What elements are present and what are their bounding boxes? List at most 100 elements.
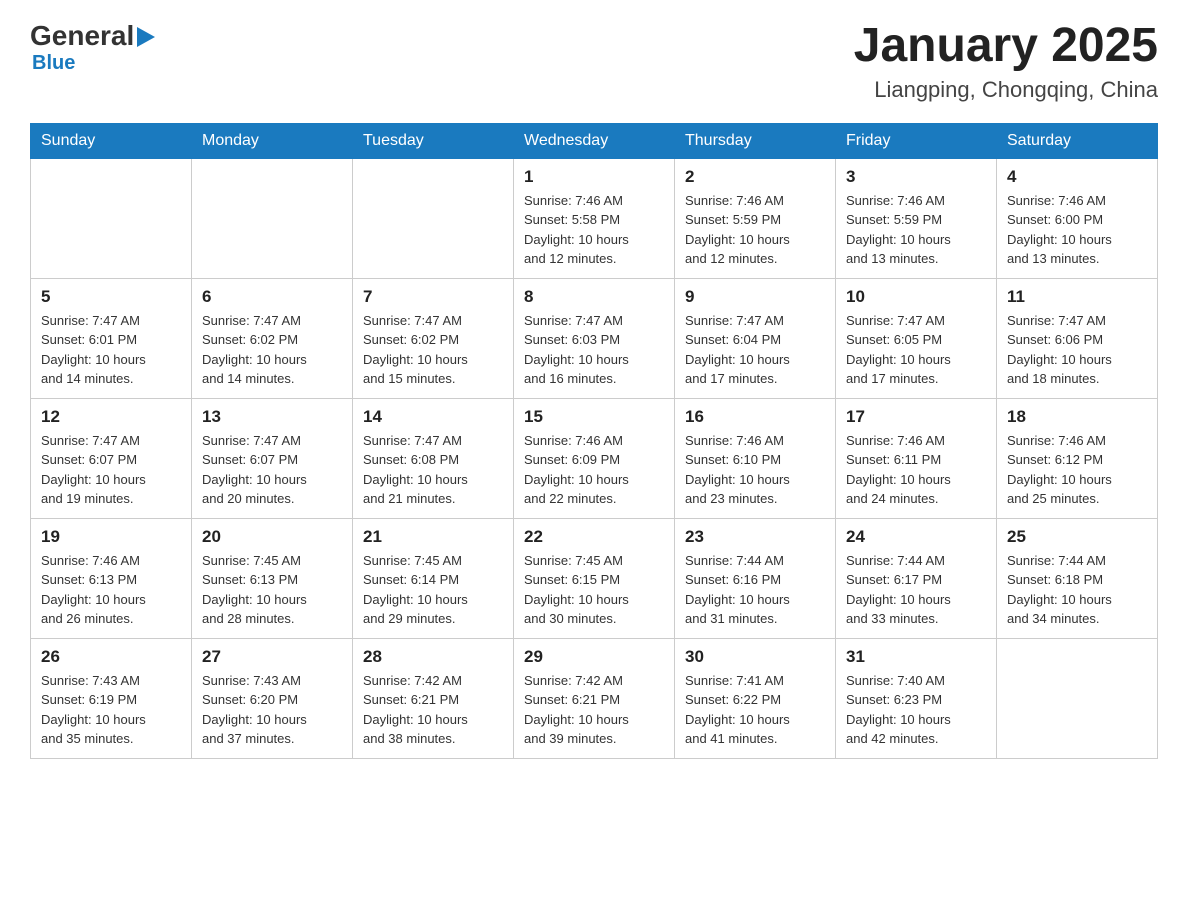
day-info: Sunrise: 7:47 AM Sunset: 6:05 PM Dayligh… [846, 311, 986, 389]
day-number: 8 [524, 287, 664, 307]
calendar-cell [353, 158, 514, 278]
day-info: Sunrise: 7:47 AM Sunset: 6:07 PM Dayligh… [41, 431, 181, 509]
calendar-cell: 7 Sunrise: 7:47 AM Sunset: 6:02 PM Daylig… [353, 278, 514, 398]
day-number: 20 [202, 527, 342, 547]
calendar-cell: 2 Sunrise: 7:46 AM Sunset: 5:59 PM Daylig… [675, 158, 836, 278]
day-number: 14 [363, 407, 503, 427]
calendar-cell: 26 Sunrise: 7:43 AM Sunset: 6:19 PM Dayli… [31, 638, 192, 758]
calendar-cell: 3Sunrise: 7:46 AM Sunset: 5:59 PM Daylig… [836, 158, 997, 278]
logo: General Blue [30, 20, 155, 75]
page-header: General Blue January 2025 Liangping, Cho… [30, 20, 1158, 103]
calendar-cell: 28 Sunrise: 7:42 AM Sunset: 6:21 PM Dayli… [353, 638, 514, 758]
day-number: 22 [524, 527, 664, 547]
day-header-tuesday: Tuesday [353, 123, 514, 158]
calendar-cell [31, 158, 192, 278]
day-info: Sunrise: 7:46 AM Sunset: 6:00 PM Dayligh… [1007, 191, 1147, 269]
day-number: 7 [363, 287, 503, 307]
day-info: Sunrise: 7:46 AM Sunset: 6:09 PM Dayligh… [524, 431, 664, 509]
day-info: Sunrise: 7:46 AM Sunset: 6:12 PM Dayligh… [1007, 431, 1147, 509]
day-info: Sunrise: 7:46 AM Sunset: 5:58 PM Dayligh… [524, 191, 664, 269]
calendar-cell: 6 Sunrise: 7:47 AM Sunset: 6:02 PM Daylig… [192, 278, 353, 398]
day-info: Sunrise: 7:47 AM Sunset: 6:07 PM Dayligh… [202, 431, 342, 509]
calendar-cell: 5 Sunrise: 7:47 AM Sunset: 6:01 PM Daylig… [31, 278, 192, 398]
day-info: Sunrise: 7:40 AM Sunset: 6:23 PM Dayligh… [846, 671, 986, 749]
location-subtitle: Liangping, Chongqing, China [854, 77, 1158, 103]
day-number: 5 [41, 287, 181, 307]
calendar-cell: 22 Sunrise: 7:45 AM Sunset: 6:15 PM Dayli… [514, 518, 675, 638]
calendar-cell: 30 Sunrise: 7:41 AM Sunset: 6:22 PM Dayli… [675, 638, 836, 758]
day-number: 1 [524, 167, 664, 187]
calendar-cell: 1 Sunrise: 7:46 AM Sunset: 5:58 PM Daylig… [514, 158, 675, 278]
calendar-cell: 23 Sunrise: 7:44 AM Sunset: 6:16 PM Dayli… [675, 518, 836, 638]
day-info: Sunrise: 7:47 AM Sunset: 6:01 PM Dayligh… [41, 311, 181, 389]
day-info: Sunrise: 7:47 AM Sunset: 6:02 PM Dayligh… [363, 311, 503, 389]
calendar-cell: 19 Sunrise: 7:46 AM Sunset: 6:13 PM Dayli… [31, 518, 192, 638]
day-info: Sunrise: 7:46 AM Sunset: 6:11 PM Dayligh… [846, 431, 986, 509]
calendar-cell: 13 Sunrise: 7:47 AM Sunset: 6:07 PM Dayli… [192, 398, 353, 518]
day-number: 19 [41, 527, 181, 547]
day-info: Sunrise: 7:43 AM Sunset: 6:20 PM Dayligh… [202, 671, 342, 749]
day-header-friday: Friday [836, 123, 997, 158]
logo-general-text: General [30, 20, 134, 52]
day-number: 6 [202, 287, 342, 307]
day-info: Sunrise: 7:44 AM Sunset: 6:17 PM Dayligh… [846, 551, 986, 629]
day-info: Sunrise: 7:44 AM Sunset: 6:18 PM Dayligh… [1007, 551, 1147, 629]
day-info: Sunrise: 7:45 AM Sunset: 6:14 PM Dayligh… [363, 551, 503, 629]
day-header-saturday: Saturday [997, 123, 1158, 158]
day-number: 13 [202, 407, 342, 427]
calendar-cell: 4 Sunrise: 7:46 AM Sunset: 6:00 PM Daylig… [997, 158, 1158, 278]
day-number: 4 [1007, 167, 1147, 187]
calendar-cell [192, 158, 353, 278]
day-number: 29 [524, 647, 664, 667]
day-info: Sunrise: 7:46 AM Sunset: 5:59 PM Dayligh… [685, 191, 825, 269]
calendar-cell: 16Sunrise: 7:46 AM Sunset: 6:10 PM Dayli… [675, 398, 836, 518]
day-number: 17 [846, 407, 986, 427]
day-info: Sunrise: 7:45 AM Sunset: 6:15 PM Dayligh… [524, 551, 664, 629]
title-block: January 2025 Liangping, Chongqing, China [854, 20, 1158, 103]
week-row-1: 1 Sunrise: 7:46 AM Sunset: 5:58 PM Daylig… [31, 158, 1158, 278]
day-info: Sunrise: 7:47 AM Sunset: 6:03 PM Dayligh… [524, 311, 664, 389]
day-info: Sunrise: 7:47 AM Sunset: 6:08 PM Dayligh… [363, 431, 503, 509]
day-number: 15 [524, 407, 664, 427]
calendar-cell: 15 Sunrise: 7:46 AM Sunset: 6:09 PM Dayli… [514, 398, 675, 518]
logo-arrow-icon [137, 27, 155, 47]
day-number: 2 [685, 167, 825, 187]
day-number: 26 [41, 647, 181, 667]
day-info: Sunrise: 7:47 AM Sunset: 6:02 PM Dayligh… [202, 311, 342, 389]
calendar-cell [997, 638, 1158, 758]
day-number: 21 [363, 527, 503, 547]
day-number: 16 [685, 407, 825, 427]
day-number: 3 [846, 167, 986, 187]
calendar-cell: 8 Sunrise: 7:47 AM Sunset: 6:03 PM Daylig… [514, 278, 675, 398]
day-header-monday: Monday [192, 123, 353, 158]
calendar-cell: 11Sunrise: 7:47 AM Sunset: 6:06 PM Dayli… [997, 278, 1158, 398]
calendar-table: SundayMondayTuesdayWednesdayThursdayFrid… [30, 123, 1158, 759]
calendar-cell: 17 Sunrise: 7:46 AM Sunset: 6:11 PM Dayli… [836, 398, 997, 518]
day-info: Sunrise: 7:44 AM Sunset: 6:16 PM Dayligh… [685, 551, 825, 629]
day-number: 27 [202, 647, 342, 667]
day-number: 9 [685, 287, 825, 307]
calendar-cell: 21 Sunrise: 7:45 AM Sunset: 6:14 PM Dayli… [353, 518, 514, 638]
day-number: 23 [685, 527, 825, 547]
day-number: 10 [846, 287, 986, 307]
calendar-cell: 20Sunrise: 7:45 AM Sunset: 6:13 PM Dayli… [192, 518, 353, 638]
day-info: Sunrise: 7:42 AM Sunset: 6:21 PM Dayligh… [363, 671, 503, 749]
day-number: 28 [363, 647, 503, 667]
week-row-4: 19 Sunrise: 7:46 AM Sunset: 6:13 PM Dayli… [31, 518, 1158, 638]
day-header-wednesday: Wednesday [514, 123, 675, 158]
week-row-2: 5 Sunrise: 7:47 AM Sunset: 6:01 PM Daylig… [31, 278, 1158, 398]
day-info: Sunrise: 7:43 AM Sunset: 6:19 PM Dayligh… [41, 671, 181, 749]
calendar-cell: 18 Sunrise: 7:46 AM Sunset: 6:12 PM Dayli… [997, 398, 1158, 518]
day-number: 12 [41, 407, 181, 427]
calendar-cell: 31 Sunrise: 7:40 AM Sunset: 6:23 PM Dayli… [836, 638, 997, 758]
day-number: 18 [1007, 407, 1147, 427]
day-info: Sunrise: 7:41 AM Sunset: 6:22 PM Dayligh… [685, 671, 825, 749]
day-info: Sunrise: 7:46 AM Sunset: 6:13 PM Dayligh… [41, 551, 181, 629]
day-number: 30 [685, 647, 825, 667]
calendar-cell: 12 Sunrise: 7:47 AM Sunset: 6:07 PM Dayli… [31, 398, 192, 518]
week-row-5: 26 Sunrise: 7:43 AM Sunset: 6:19 PM Dayli… [31, 638, 1158, 758]
day-number: 31 [846, 647, 986, 667]
day-number: 24 [846, 527, 986, 547]
calendar-cell: 9Sunrise: 7:47 AM Sunset: 6:04 PM Daylig… [675, 278, 836, 398]
day-headers-row: SundayMondayTuesdayWednesdayThursdayFrid… [31, 123, 1158, 158]
